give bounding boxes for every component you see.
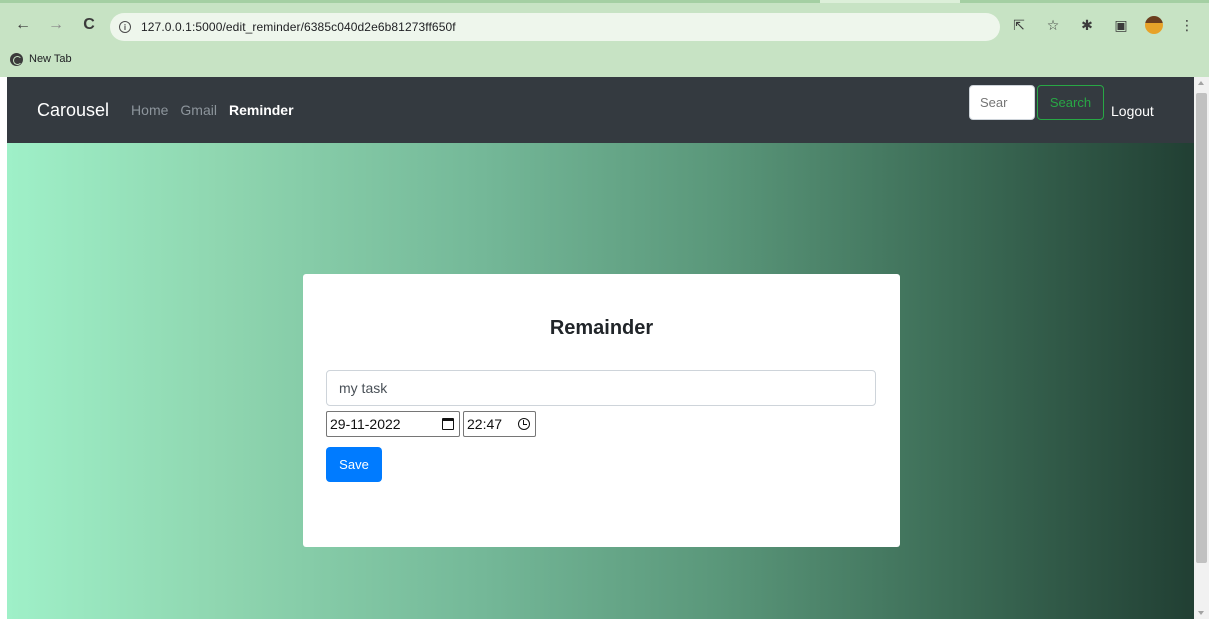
nav-link-reminder[interactable]: Reminder [229,102,294,118]
profile-avatar[interactable] [1145,16,1163,34]
logout-link[interactable]: Logout [1111,103,1154,119]
top-navbar: Carousel Home Gmail Reminder Search Logo… [7,77,1194,143]
window-edge [0,77,7,619]
browser-chrome: ← → C i 127.0.0.1:5000/edit_reminder/638… [0,0,1209,77]
time-input[interactable]: 22:47 [463,411,536,437]
search-form: Search [969,85,1104,120]
nav-link-home[interactable]: Home [131,102,168,118]
chrome-globe-icon [10,52,23,66]
address-url[interactable]: 127.0.0.1:5000/edit_reminder/6385c040d2e… [141,20,456,34]
reminder-card: Remainder 29-11-2022 22:47 Save [303,274,900,547]
save-button[interactable]: Save [326,447,382,482]
back-arrow-icon[interactable]: ← [12,14,34,36]
card-title: Remainder [549,317,654,339]
forward-arrow-icon[interactable]: → [45,14,67,36]
navbar-brand[interactable]: Carousel [37,100,109,121]
tab-strip [0,0,1209,3]
search-button[interactable]: Search [1037,85,1104,120]
time-value: 22:47 [467,416,503,432]
kebab-menu-icon[interactable]: ⋮ [1177,14,1197,36]
clock-icon[interactable] [518,418,530,430]
active-tab[interactable] [820,0,960,3]
info-icon[interactable]: i [119,21,131,33]
scroll-down-arrow-icon[interactable] [1198,611,1204,615]
page-viewport: Carousel Home Gmail Reminder Search Logo… [7,77,1194,619]
search-input[interactable] [969,85,1035,120]
browser-toolbar: ← → C i 127.0.0.1:5000/edit_reminder/638… [0,9,1209,45]
share-icon[interactable]: ⇱ [1009,14,1029,36]
bookmark-label: New Tab [29,53,72,65]
star-icon[interactable]: ☆ [1043,14,1063,36]
bookmark-new-tab[interactable]: New Tab [10,52,72,66]
task-input[interactable] [326,370,876,406]
extensions-puzzle-icon[interactable]: ✱ [1077,14,1097,36]
page-scrollbar[interactable] [1194,77,1209,619]
address-bar[interactable]: i 127.0.0.1:5000/edit_reminder/6385c040d… [110,13,1000,41]
date-input[interactable]: 29-11-2022 [326,411,460,437]
reload-icon[interactable]: C [78,14,100,36]
toolbar-actions: ⇱ ☆ ✱ ▣ ⋮ [1009,14,1197,36]
bookmarks-bar: New Tab [0,47,1209,71]
scroll-up-arrow-icon[interactable] [1198,81,1204,85]
scroll-thumb[interactable] [1196,93,1207,563]
sidepanel-icon[interactable]: ▣ [1111,14,1131,36]
date-value: 29-11-2022 [330,416,401,432]
nav-link-gmail[interactable]: Gmail [180,102,217,118]
calendar-icon[interactable] [442,418,454,430]
